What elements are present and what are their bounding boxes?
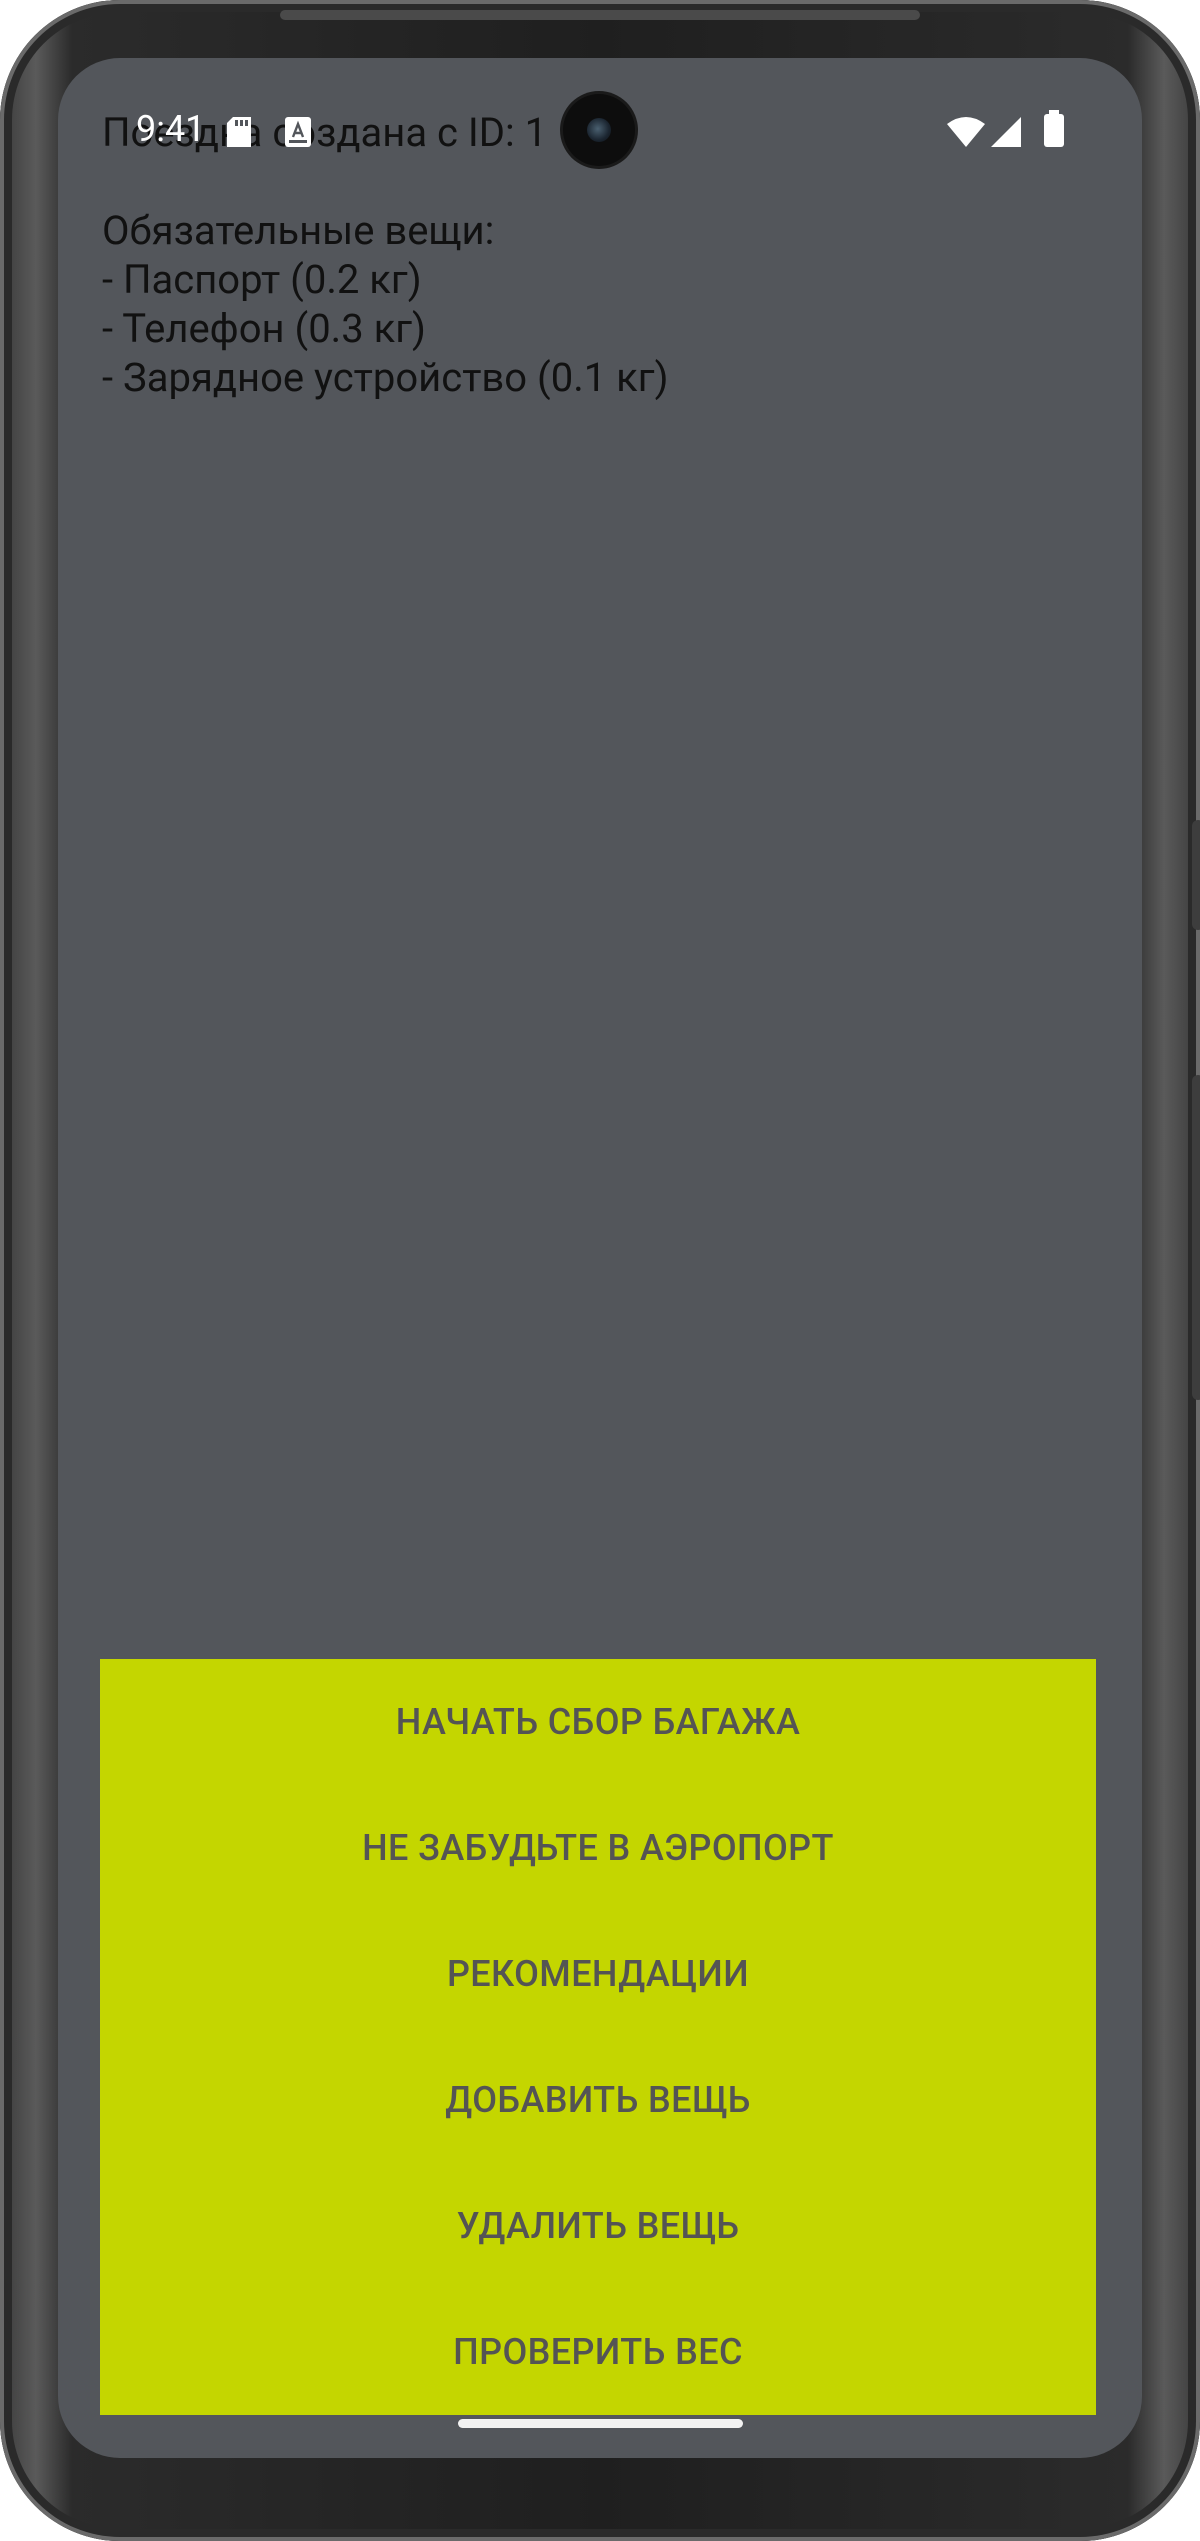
sd-card-icon — [226, 116, 252, 152]
phone-frame: Поездка создана с ID: 1 Обязательные вещ… — [0, 0, 1200, 2541]
phone-top-edge — [280, 10, 920, 20]
airport-reminder-button[interactable]: НЕ ЗАБУДЬТЕ В АЭРОПОРТ — [100, 1785, 1096, 1911]
start-packing-button[interactable]: НАЧАТЬ СБОР БАГАЖА — [100, 1659, 1096, 1785]
power-button — [1192, 820, 1200, 930]
action-buttons-panel: НАЧАТЬ СБОР БАГАЖА НЕ ЗАБУДЬТЕ В АЭРОПОР… — [100, 1659, 1096, 2415]
status-time: 9:41 — [136, 108, 206, 150]
add-item-button[interactable]: ДОБАВИТЬ ВЕЩЬ — [100, 2037, 1096, 2163]
wifi-icon — [946, 116, 986, 152]
recommendations-button[interactable]: РЕКОМЕНДАЦИИ — [100, 1911, 1096, 2037]
check-weight-button[interactable]: ПРОВЕРИТЬ ВЕС — [100, 2289, 1096, 2415]
required-item: - Зарядное устройство (0.1 кг) — [102, 354, 669, 401]
gesture-home-bar[interactable] — [458, 2419, 743, 2428]
remove-item-button[interactable]: УДАЛИТЬ ВЕЩЬ — [100, 2163, 1096, 2289]
required-items-header: Обязательные вещи: — [102, 207, 495, 254]
required-item: - Телефон (0.3 кг) — [102, 305, 426, 352]
cellular-signal-icon — [990, 116, 1022, 152]
volume-button — [1192, 1075, 1200, 1400]
screen: Поездка создана с ID: 1 Обязательные вещ… — [58, 58, 1142, 2458]
front-camera — [563, 94, 635, 166]
battery-icon — [1043, 110, 1065, 152]
keyboard-a-icon — [284, 116, 312, 152]
required-item: - Паспорт (0.2 кг) — [102, 256, 422, 303]
